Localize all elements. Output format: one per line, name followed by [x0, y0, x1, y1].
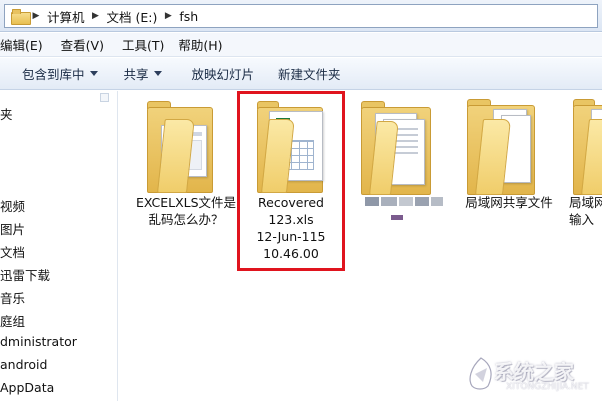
blurred-file-label [351, 197, 455, 227]
chevron-right-icon[interactable]: ▶ [161, 11, 175, 21]
nav-item-favorites[interactable]: 夹 [0, 104, 13, 123]
file-item[interactable]: 局域网 输入 [563, 91, 602, 251]
include-in-library-button[interactable]: 包含到库中 [0, 64, 108, 83]
breadcrumb-drive-e[interactable]: 文档 (E:) [103, 7, 162, 26]
nav-item-pictures[interactable]: 图片 [0, 219, 25, 238]
watermark-logo: 系统之家 XITONGZHIJIA.NET [466, 352, 600, 398]
scrollbar-arrow[interactable] [100, 93, 109, 102]
folder-icon [11, 9, 31, 25]
nav-item-homegroup[interactable]: 庭组 [0, 311, 25, 330]
menu-edit[interactable]: 编辑(E) [0, 35, 51, 54]
chevron-right-icon[interactable]: ▶ [89, 11, 103, 21]
nav-item-android[interactable]: android [0, 357, 47, 372]
slideshow-button[interactable]: 放映幻灯片 [172, 64, 265, 83]
file-label: 局域网 输入 [569, 195, 602, 227]
watermark-text: 系统之家 [494, 360, 574, 384]
folder-with-papers-icon [359, 99, 443, 195]
menu-help[interactable]: 帮助(H) [172, 35, 230, 54]
excel-file-icon: X [251, 97, 335, 195]
watermark-icon [469, 357, 492, 390]
nav-item-administrator[interactable]: dministrator [0, 334, 77, 349]
dropdown-arrow-icon [153, 71, 162, 76]
folder-icon [571, 97, 602, 195]
folder-with-files-icon [465, 97, 549, 195]
menu-tools[interactable]: 工具(T) [112, 35, 172, 54]
nav-item-documents[interactable]: 文档 [0, 242, 25, 261]
address-bar: ▶ 计算机 ▶ 文档 (E:) ▶ fsh [0, 0, 602, 32]
new-folder-button[interactable]: 新建文件夹 [264, 64, 351, 83]
breadcrumb-fsh[interactable]: fsh [175, 9, 202, 24]
nav-item-appdata[interactable]: AppData [0, 380, 54, 395]
chevron-right-icon[interactable]: ▶ [29, 11, 43, 21]
nav-item-videos[interactable]: 视频 [0, 196, 25, 215]
menu-view[interactable]: 查看(V) [51, 35, 112, 54]
command-bar: 包含到库中 共享 放映幻灯片 新建文件夹 [0, 58, 602, 90]
file-label: Recovered 123.xls 12-Jun-115 10.46.00 [256, 195, 326, 261]
nav-item-music[interactable]: 音乐 [0, 288, 25, 307]
folder-with-document-icon [143, 99, 227, 193]
share-button[interactable]: 共享 [108, 64, 172, 83]
navigation-pane: 夹 视频 图片 文档 迅雷下载 音乐 庭组 dministrator andro… [0, 91, 118, 401]
address-field[interactable]: ▶ 计算机 ▶ 文档 (E:) ▶ fsh [4, 4, 598, 28]
dropdown-arrow-icon [89, 71, 98, 76]
file-label: EXCELXLS文件是 乱码怎么办？ [135, 195, 237, 227]
watermark-subtext: XITONGZHIJIA.NET [506, 382, 589, 392]
file-label: 局域网共享文件 [465, 195, 553, 210]
nav-item-thunder-downloads[interactable]: 迅雷下载 [0, 265, 50, 284]
menu-bar: 编辑(E) 查看(V) 工具(T) 帮助(H) [0, 33, 602, 57]
share-label: 共享 [123, 67, 149, 82]
include-in-library-label: 包含到库中 [22, 67, 85, 82]
breadcrumb-computer[interactable]: 计算机 [43, 7, 89, 26]
